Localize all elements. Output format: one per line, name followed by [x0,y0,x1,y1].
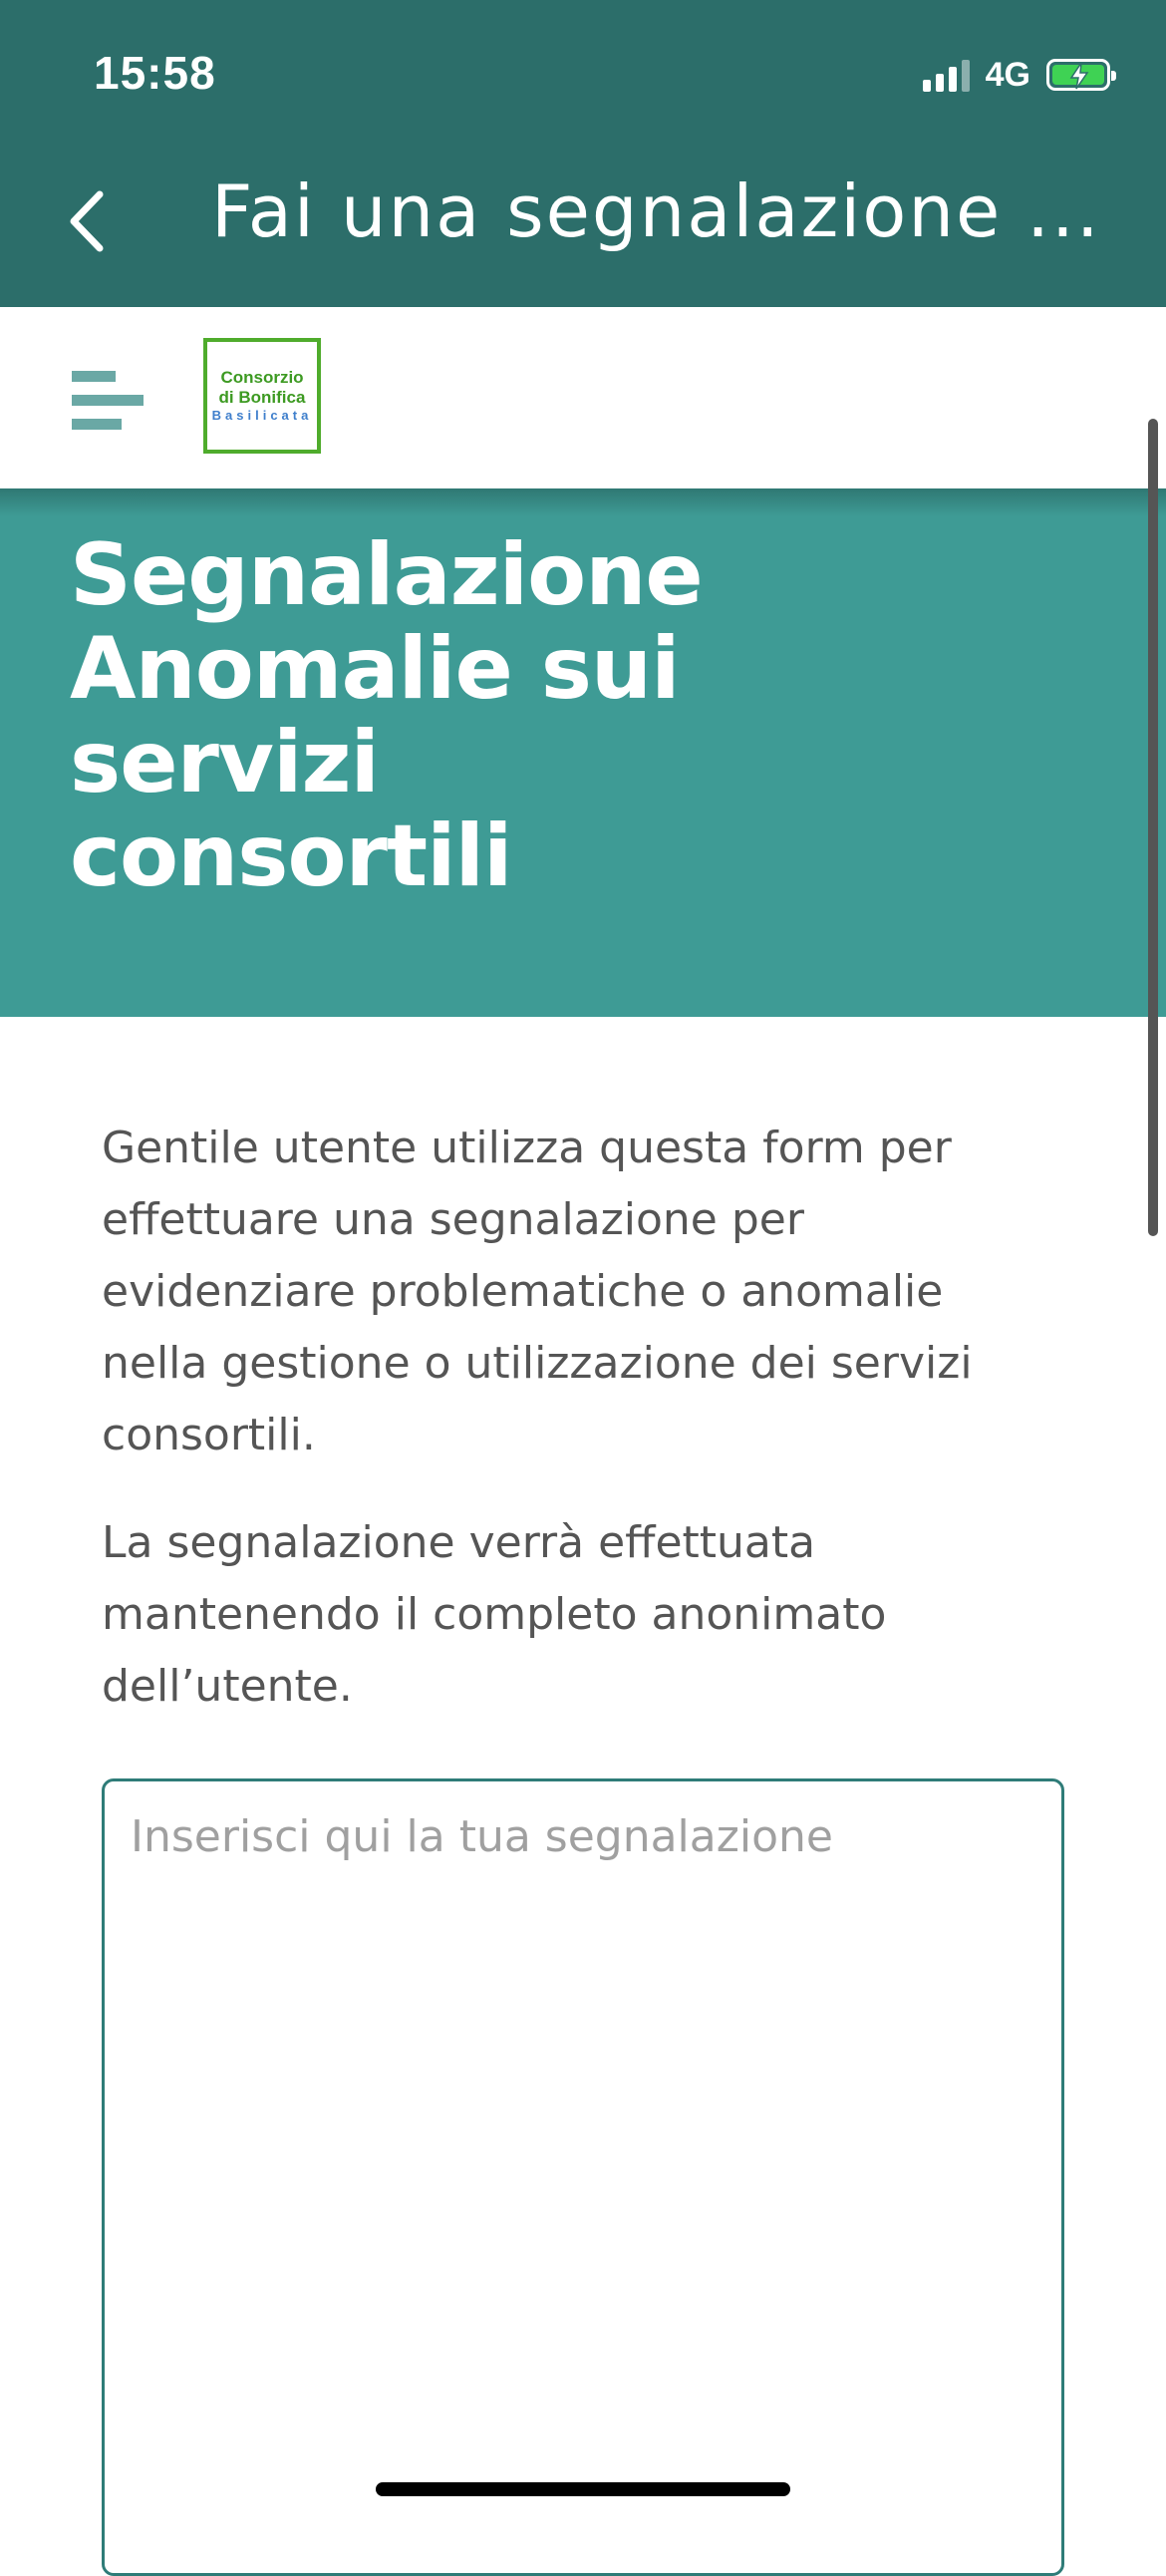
network-type: 4G [985,55,1030,94]
intro-paragraph-1: Gentile utente utilizza questa form per … [102,1123,973,1460]
back-button[interactable] [56,181,116,261]
consorzio-logo[interactable]: Consorzio di Bonifica Basilicata [203,338,321,454]
hero-shadow [0,488,1166,516]
hero-banner: Segnalazione Anomalie sui servizi consor… [0,488,1166,1017]
logo-line-3: Basilicata [211,408,313,424]
chevron-left-icon [70,190,104,252]
site-toolbar [0,307,1166,488]
status-time: 15:58 [94,47,216,99]
battery-charging-icon [1046,59,1116,91]
app-header: 15:58 4G Fai una segnalazione ... [0,0,1166,307]
cellular-signal-icon [922,58,970,92]
scrollbar[interactable] [1148,419,1158,1236]
report-textarea[interactable] [102,1778,1064,2576]
home-indicator[interactable] [376,2482,790,2496]
intro-text: Gentile utente utilizza questa form per … [102,1113,1058,1759]
logo-line-1: Consorzio [220,367,304,387]
intro-paragraph-2: La segnalazione verrà effettuata mantene… [102,1517,887,1712]
hamburger-menu-icon[interactable] [70,371,144,433]
hero-title: Segnalazione Anomalie sui servizi consor… [70,525,704,906]
status-indicators: 4G [922,52,1116,98]
logo-line-2: di Bonifica [218,387,306,407]
page-title: Fai una segnalazione ... [211,169,1101,253]
